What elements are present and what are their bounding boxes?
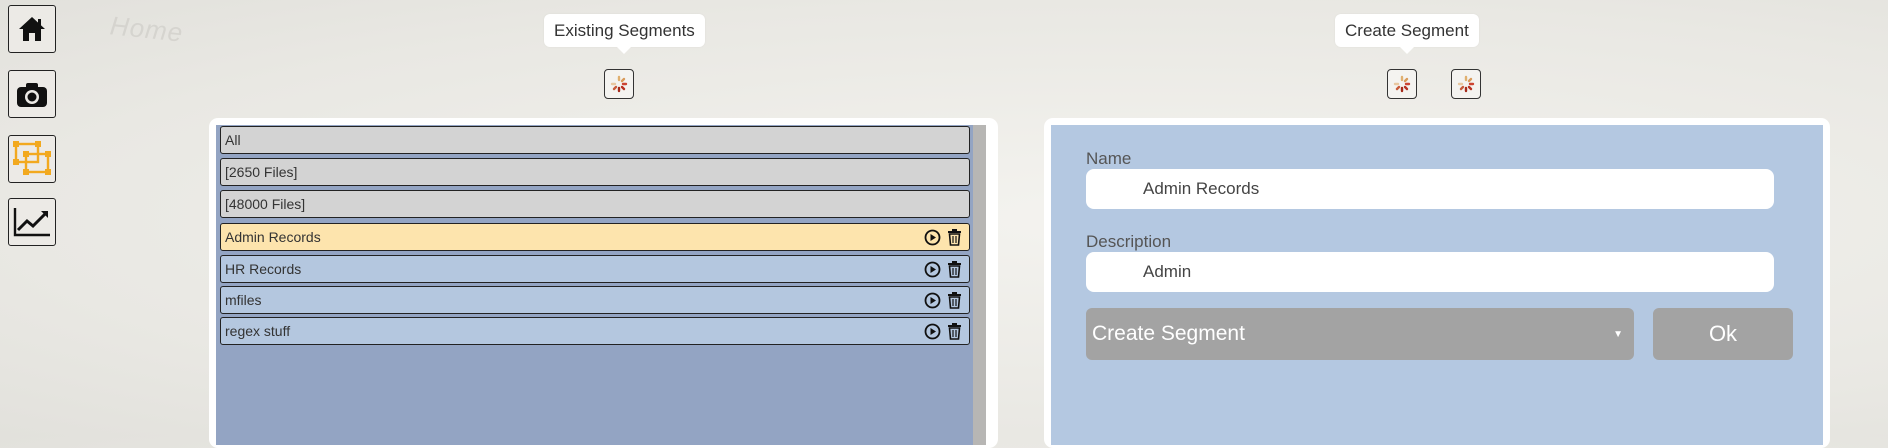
segment-row-2650-files[interactable]: [2650 Files] xyxy=(220,158,970,186)
create-segment-form: Name Description Create Segment ▼ Ok xyxy=(1051,125,1823,445)
segment-row-regex-stuff[interactable]: regex stuff xyxy=(220,317,970,345)
segment-row-label: regex stuff xyxy=(225,323,291,339)
trash-icon[interactable] xyxy=(945,260,963,278)
create-segment-tooltip: Create Segment xyxy=(1335,14,1479,54)
spinner-icon xyxy=(1393,75,1411,93)
nav-chart-button[interactable] xyxy=(8,198,56,246)
chart-line-icon xyxy=(13,208,50,237)
select-value: Create Segment xyxy=(1092,322,1245,345)
page-title-ghost: Home xyxy=(108,10,185,48)
description-input[interactable] xyxy=(1086,252,1774,292)
ok-button[interactable]: Ok xyxy=(1653,308,1793,360)
create-segment-panel: Name Description Create Segment ▼ Ok xyxy=(1044,118,1830,448)
segment-row-label: All xyxy=(225,132,241,148)
spinner-icon xyxy=(1457,75,1475,93)
segment-list: All [2650 Files] [48000 Files] Admin Rec… xyxy=(216,125,986,445)
segment-row-label: Admin Records xyxy=(225,229,321,245)
create-segment-action-button-1[interactable] xyxy=(1387,69,1417,99)
segment-row-48000-files[interactable]: [48000 Files] xyxy=(220,190,970,218)
nav-segments-button[interactable] xyxy=(8,135,56,183)
existing-segments-panel: All [2650 Files] [48000 Files] Admin Rec… xyxy=(209,118,998,448)
segment-row-label: mfiles xyxy=(225,292,262,308)
segment-row-label: [2650 Files] xyxy=(225,164,298,180)
segment-row-hr-records[interactable]: HR Records xyxy=(220,255,970,283)
segment-row-label: HR Records xyxy=(225,261,302,277)
segment-row-mfiles[interactable]: mfiles xyxy=(220,286,970,314)
play-icon[interactable] xyxy=(923,260,941,278)
segment-row-label: [48000 Files] xyxy=(225,196,306,212)
play-icon[interactable] xyxy=(923,291,941,309)
nav-home-button[interactable] xyxy=(8,5,56,53)
home-icon xyxy=(19,17,45,41)
trash-icon[interactable] xyxy=(945,291,963,309)
name-label: Name xyxy=(1086,149,1132,168)
segments-icon xyxy=(13,141,51,175)
description-label: Description xyxy=(1086,232,1172,251)
trash-icon[interactable] xyxy=(945,228,963,246)
play-icon[interactable] xyxy=(923,228,941,246)
existing-segments-refresh-button[interactable] xyxy=(604,69,634,99)
segment-row-all[interactable]: All xyxy=(220,126,970,154)
caret-down-icon: ▼ xyxy=(1613,329,1623,340)
trash-icon[interactable] xyxy=(945,322,963,340)
name-input[interactable] xyxy=(1086,169,1774,209)
nav-camera-button[interactable] xyxy=(8,70,56,118)
segment-type-select[interactable]: Create Segment ▼ xyxy=(1086,308,1634,360)
segment-row-admin-records[interactable]: Admin Records xyxy=(220,223,970,251)
spinner-icon xyxy=(610,75,628,93)
existing-segments-tooltip: Existing Segments xyxy=(544,14,705,54)
list-scrollbar[interactable] xyxy=(973,125,986,445)
camera-icon xyxy=(17,83,47,107)
play-icon[interactable] xyxy=(923,322,941,340)
create-segment-action-button-2[interactable] xyxy=(1451,69,1481,99)
